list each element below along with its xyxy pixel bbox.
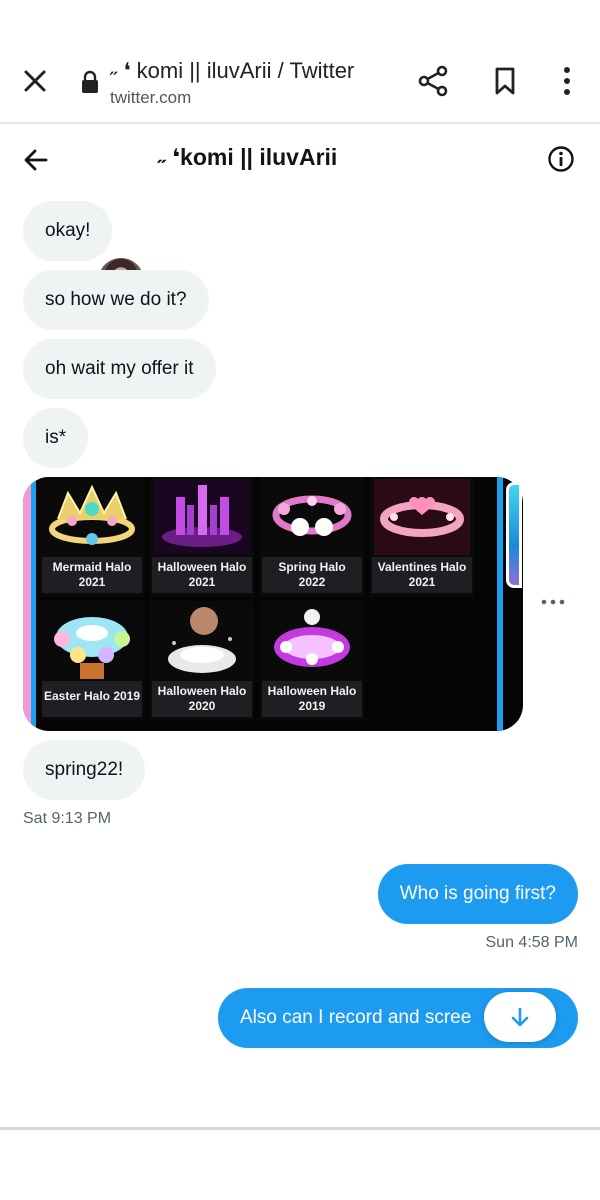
halloween-2021-halo-art [154,479,250,555]
halo-tile: Halloween Halo 2021 [150,477,254,597]
timestamp: Sun 4:58 PM [485,934,579,951]
halo-year: 2019 [298,699,326,713]
share-icon[interactable] [416,64,450,98]
halo-year: 2022 [298,575,326,589]
halo-year: 2020 [188,699,216,713]
halo-year: 2021 [188,575,216,589]
halo-tile: Mermaid Halo 2021 [40,477,144,597]
browser-toolbar: ˶ ❛ komi || iluvArii / Twitter twitter.c… [0,0,600,124]
more-vertical-icon[interactable] [550,64,584,98]
received-message[interactable]: spring22! [23,740,146,800]
received-message[interactable]: is* [23,408,89,468]
halo-year: 2021 [78,575,106,589]
halo-tile: Halloween Halo 2020 [150,601,254,721]
halo-tile: Spring Halo 2022 [260,477,364,597]
sent-message[interactable]: Who is going first? [377,864,578,924]
halo-tile: Halloween Halo 2019 [260,601,364,721]
lock-icon [82,70,98,93]
halo-tile: Valentines Halo 2021 [370,477,474,597]
halo-label: Easter Halo 2019 [42,681,142,717]
divider [0,1127,600,1130]
halloween-2019-halo-art [274,609,350,667]
halo-image-message[interactable]: Mermaid Halo 2021 Halloween Halo 2021 Sp… [23,477,523,731]
image-edge [31,477,36,731]
arrow-down-icon [511,1007,529,1027]
scroll-to-bottom-button[interactable] [484,992,556,1042]
halo-label: Halloween Halo 2019 [262,681,362,717]
halo-name: Halloween Halo [267,684,357,698]
halo-label: Spring Halo 2022 [262,557,362,593]
halo-label: Mermaid Halo 2021 [42,557,142,593]
image-edge [497,477,503,731]
halo-label: Halloween Halo 2020 [152,681,252,717]
page-title[interactable]: ˶ ❛ komi || iluvArii / Twitter [110,58,354,84]
mermaid-halo-art [49,484,135,545]
close-icon[interactable] [18,64,52,98]
received-message[interactable]: so how we do it? [23,270,209,330]
halo-name: Mermaid Halo [52,560,132,574]
conversation-header: ˶ ❛komi || iluvArii [0,124,600,304]
halo-name: Spring Halo [278,560,346,574]
received-message[interactable]: oh wait my offer it [23,339,216,399]
halo-tile: Easter Halo 2019 [40,601,144,721]
valentines-halo-art [374,479,470,555]
info-icon[interactable] [546,144,576,174]
image-edge [23,477,31,731]
spring-halo-art [272,495,352,536]
back-arrow-icon[interactable] [20,144,52,176]
page-domain[interactable]: twitter.com [110,88,191,108]
halo-name: Halloween Halo [157,560,247,574]
halo-label: Halloween Halo 2021 [152,557,252,593]
halo-name: Halloween Halo [157,684,247,698]
halo-label: Valentines Halo 2021 [372,557,472,593]
halloween-2020-halo-art [168,607,236,673]
timestamp: Sat 9:13 PM [23,810,112,827]
received-message[interactable]: okay! [23,201,113,261]
halo-year: 2021 [408,575,436,589]
bookmark-icon[interactable] [488,64,522,98]
halo-name: Valentines Halo [377,560,467,574]
next-image-preview[interactable] [506,482,522,588]
halo-name: Easter Halo 2019 [43,689,141,703]
easter-halo-art [54,617,130,679]
conversation-name[interactable]: ˶ ❛komi || iluvArii [158,144,337,171]
more-horizontal-icon[interactable] [540,592,566,612]
